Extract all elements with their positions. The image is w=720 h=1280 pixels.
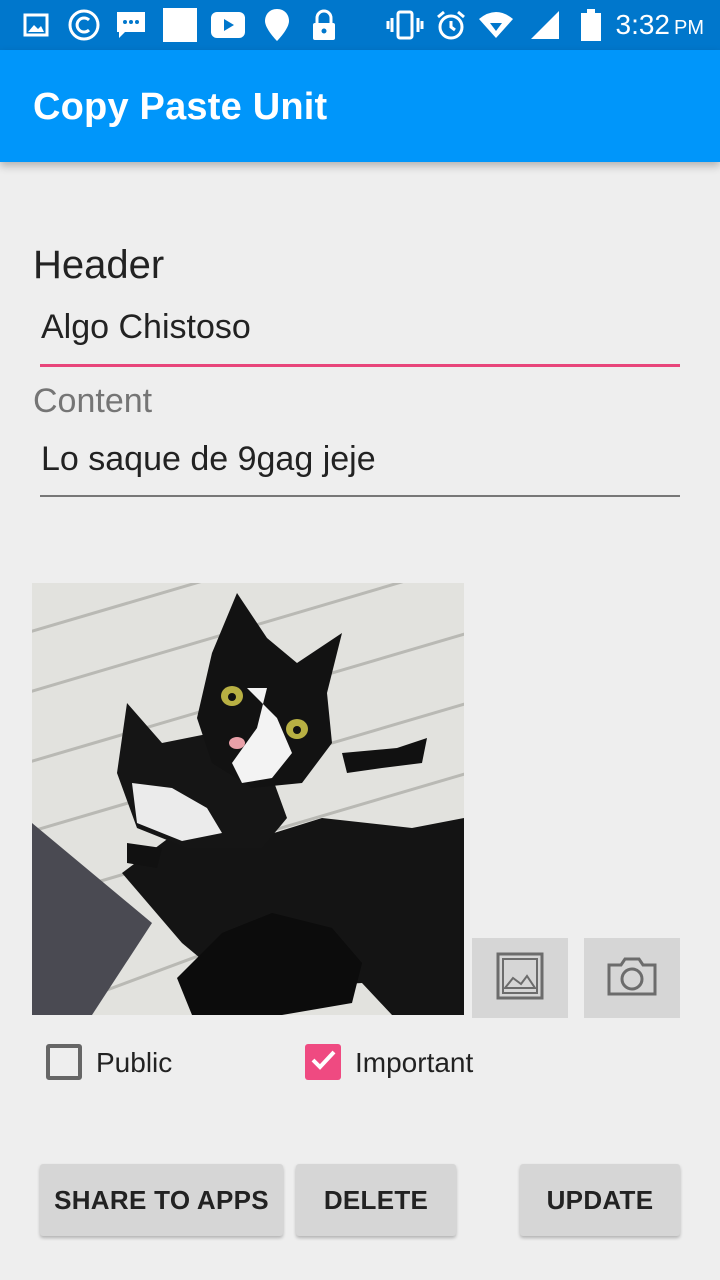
vibrate-icon (386, 8, 424, 42)
location-pin-icon (262, 8, 292, 42)
alarm-icon (435, 8, 467, 42)
camera-button[interactable] (584, 938, 680, 1018)
youtube-icon (211, 8, 245, 42)
lock-icon (310, 8, 338, 42)
wifi-icon (478, 8, 514, 42)
signal-icon (530, 8, 560, 42)
header-label: Header (33, 243, 165, 287)
sms-icon (114, 8, 148, 42)
cat-photo (32, 583, 464, 1015)
header-input[interactable]: Algo Chistoso (41, 308, 251, 347)
delete-button[interactable]: DELETE (296, 1164, 456, 1236)
status-bar: 3:32 PM (0, 0, 720, 50)
important-checkbox[interactable] (305, 1044, 341, 1080)
gallery-icon (496, 952, 544, 1005)
gallery-button[interactable] (472, 938, 568, 1018)
content-input[interactable]: Lo saque de 9gag jeje (41, 440, 376, 479)
public-checkbox[interactable] (46, 1044, 82, 1080)
share-to-apps-button[interactable]: SHARE TO APPS (40, 1164, 283, 1236)
clock: 3:32 PM (615, 9, 705, 40)
header-input-underline (40, 364, 680, 367)
public-label: Public (96, 1047, 173, 1078)
app-bar: Copy Paste Unit (0, 50, 720, 162)
content-label: Content (33, 382, 153, 420)
blank-notification-icon (163, 8, 197, 42)
important-label: Important (355, 1047, 474, 1078)
copyright-icon (66, 8, 102, 42)
battery-icon (581, 8, 601, 42)
app-title: Copy Paste Unit (33, 86, 328, 128)
camera-icon (607, 956, 657, 1001)
checkmark-icon (308, 1045, 338, 1080)
image-icon (22, 8, 50, 42)
update-button[interactable]: UPDATE (520, 1164, 680, 1236)
content-input-underline (40, 495, 680, 497)
